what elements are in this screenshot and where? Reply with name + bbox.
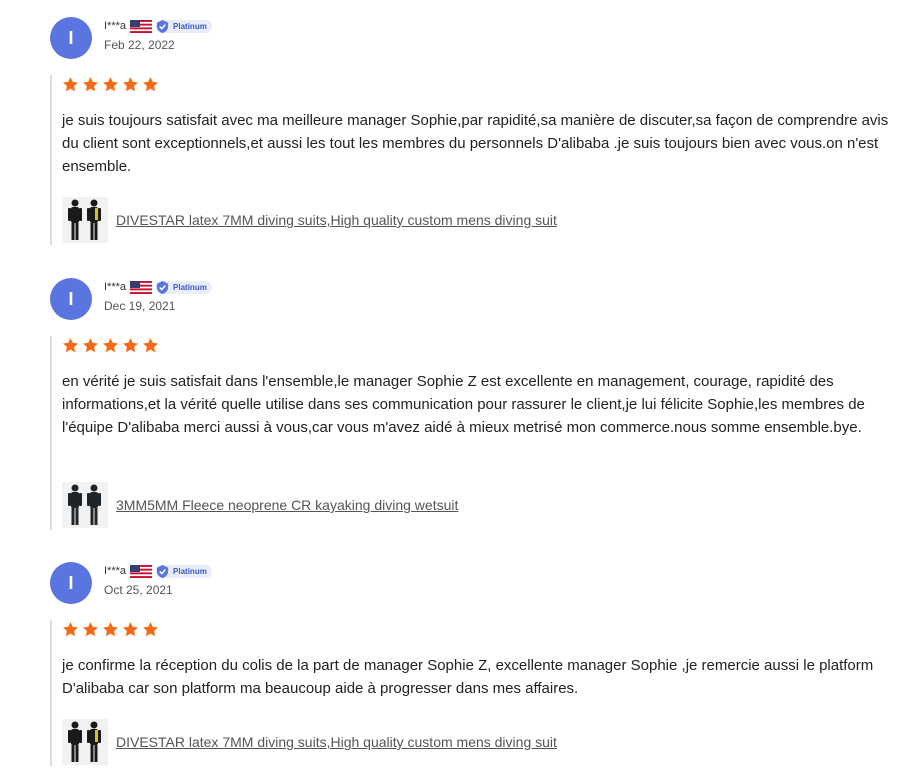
avatar: I (50, 17, 92, 59)
product-thumbnail[interactable] (62, 482, 108, 528)
us-flag-icon (130, 280, 153, 294)
avatar: I (50, 562, 92, 604)
star-rating (62, 76, 159, 93)
wetsuit-image-icon (68, 484, 101, 525)
shield-check-icon (156, 564, 169, 578)
badge-label: Platinum (173, 566, 207, 576)
platinum-badge: Platinum (156, 280, 212, 294)
platinum-badge: Platinum (156, 564, 212, 578)
product-link[interactable]: DIVESTAR latex 7MM diving suits,High qua… (116, 212, 557, 228)
star-icon (103, 77, 118, 92)
star-icon (63, 338, 78, 353)
product-link-row[interactable]: DIVESTAR latex 7MM diving suits,High qua… (62, 719, 557, 765)
product-link-row[interactable]: DIVESTAR latex 7MM diving suits,High qua… (62, 197, 557, 243)
product-link-row[interactable]: 3MM5MM Fleece neoprene CR kayaking divin… (62, 482, 458, 528)
star-icon (63, 622, 78, 637)
star-icon (103, 338, 118, 353)
user-line: I***a Platinum (104, 564, 212, 578)
star-icon (143, 622, 158, 637)
review-text: je confirme la réception du colis de la … (62, 657, 874, 697)
star-icon (63, 77, 78, 92)
shield-check-icon (156, 19, 169, 33)
badge-label: Platinum (173, 21, 207, 31)
star-rating (62, 621, 159, 638)
product-link[interactable]: 3MM5MM Fleece neoprene CR kayaking divin… (116, 497, 458, 513)
shield-check-icon (156, 280, 169, 294)
star-icon (103, 622, 118, 637)
username: I***a (104, 565, 127, 577)
wetsuit-image-icon (68, 199, 101, 240)
star-icon (123, 338, 138, 353)
star-icon (123, 77, 138, 92)
review: I I***a Platinum Feb 22, 2022 je suis to… (0, 17, 920, 247)
wetsuit-image-icon (68, 721, 101, 762)
review-body: je confirme la réception du colis de la … (50, 620, 912, 766)
product-link[interactable]: DIVESTAR latex 7MM diving suits,High qua… (116, 734, 557, 750)
star-icon (83, 77, 98, 92)
badge-label: Platinum (173, 282, 207, 292)
review-body: en vérité je suis satisfait dans l'ensem… (50, 336, 912, 530)
product-thumbnail[interactable] (62, 197, 108, 243)
us-flag-icon (130, 19, 153, 33)
username: I***a (104, 281, 127, 293)
review-text: en vérité je suis satisfait dans l'ensem… (62, 373, 865, 436)
avatar: I (50, 278, 92, 320)
star-rating (62, 337, 159, 354)
product-thumbnail[interactable] (62, 719, 108, 765)
review: I I***a Platinum Oct 25, 2021 je confirm… (0, 562, 920, 768)
review-date: Dec 19, 2021 (104, 299, 176, 313)
review: I I***a Platinum Dec 19, 2021 en vérité … (0, 278, 920, 533)
star-icon (123, 622, 138, 637)
star-icon (143, 338, 158, 353)
star-icon (83, 622, 98, 637)
review-date: Feb 22, 2022 (104, 38, 175, 52)
star-icon (83, 338, 98, 353)
review-date: Oct 25, 2021 (104, 583, 173, 597)
user-line: I***a Platinum (104, 280, 212, 294)
review-body: je suis toujours satisfait avec ma meill… (50, 75, 912, 245)
user-line: I***a Platinum (104, 19, 212, 33)
us-flag-icon (130, 564, 153, 578)
platinum-badge: Platinum (156, 19, 212, 33)
username: I***a (104, 20, 127, 32)
review-text: je suis toujours satisfait avec ma meill… (62, 112, 889, 175)
star-icon (143, 77, 158, 92)
